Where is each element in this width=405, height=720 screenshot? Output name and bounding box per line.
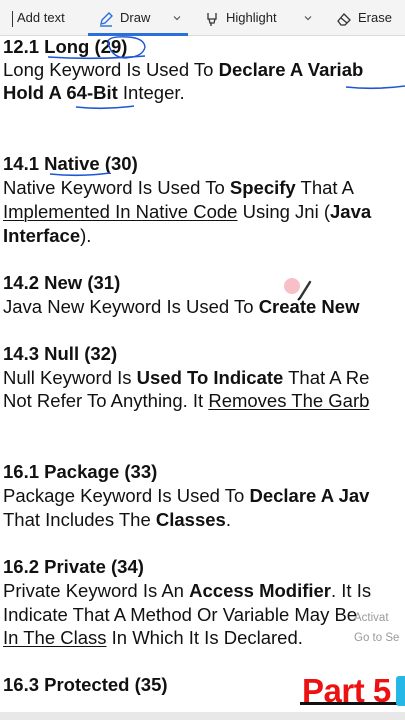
section-heading-protected: 16.3 Protected (35): [3, 674, 168, 695]
annotation-toolbar: Add text Draw Highlight Erase: [0, 0, 405, 36]
section-heading-long: 12.1 Long (29): [3, 36, 128, 57]
paragraph-line: Hold A 64-Bit Integer.: [3, 82, 185, 103]
paragraph-line: Not Refer To Anything. It Removes The Ga…: [3, 390, 370, 411]
section-heading-null: 14.3 Null (32): [3, 343, 118, 364]
add-text-label: Add text: [17, 10, 65, 25]
eraser-icon: [337, 12, 351, 26]
paragraph-line: Null Keyword Is Used To Indicate That A …: [3, 367, 370, 388]
chevron-down-icon[interactable]: [173, 14, 181, 22]
paragraph-line: Interface).: [3, 225, 92, 246]
bottom-scroll-area[interactable]: [0, 712, 405, 720]
paragraph-line: Native Keyword Is Used To Specify That A: [3, 177, 355, 198]
draw-label: Draw: [120, 10, 151, 25]
erase-button[interactable]: Erase: [336, 0, 392, 36]
highlighter-icon: [207, 12, 217, 26]
paragraph-line: Long Keyword Is Used To Declare A Variab: [3, 59, 364, 80]
badge-underline: [300, 702, 405, 705]
paragraph-line: Implemented In Native Code Using Jni (Ja…: [3, 201, 372, 222]
paragraph-line: Package Keyword Is Used To Declare A Jav: [3, 485, 370, 506]
add-text-button[interactable]: Add text: [12, 0, 65, 36]
section-heading-native: 14.1 Native (30): [3, 153, 138, 174]
section-heading-package: 16.1 Package (33): [3, 461, 158, 482]
paragraph-line: Private Keyword Is An Access Modifier. I…: [3, 580, 372, 601]
erase-label: Erase: [358, 10, 392, 25]
document-page: 12.1 Long (29) Long Keyword Is Used To D…: [0, 36, 405, 720]
chevron-down-icon[interactable]: [304, 14, 312, 22]
activation-watermark: Activat Go to Se: [354, 612, 400, 644]
paragraph-line: That Includes The Classes.: [3, 509, 231, 530]
text-cursor-icon: [12, 10, 13, 27]
section-heading-private: 16.2 Private (34): [3, 556, 144, 577]
section-heading-new: 14.2 New (31): [3, 272, 121, 293]
pen-icon: [100, 11, 113, 27]
pdf-viewer: Add text Draw Highlight Erase 12.1 Long …: [0, 0, 405, 720]
highlight-label: Highlight: [226, 10, 277, 25]
side-logo-icon: [396, 676, 405, 706]
pen-cursor-icon: [284, 278, 312, 301]
paragraph-line: Indicate That A Method Or Variable May B…: [3, 604, 358, 625]
highlight-button[interactable]: Highlight: [204, 0, 312, 36]
draw-button[interactable]: Draw: [88, 0, 188, 36]
paragraph-line: In The Class In Which It Is Declared.: [3, 627, 303, 648]
